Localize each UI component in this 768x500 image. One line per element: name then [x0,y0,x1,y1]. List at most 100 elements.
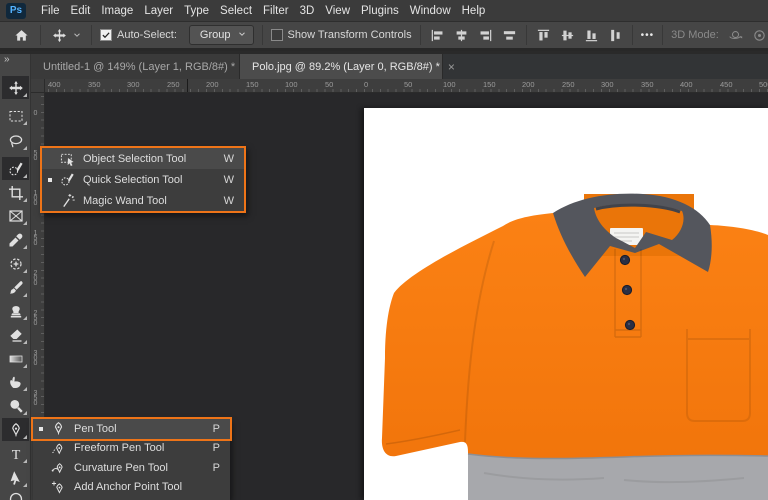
collapse-panel-button[interactable]: » [4,54,10,65]
tab-untitled-1[interactable]: Untitled-1 @ 149% (Layer 1, RGB/8#) * × [31,54,250,79]
3d-mode-label: 3D Mode: [671,29,719,41]
menu-item-label: Curvature Pen Tool [74,461,168,474]
chevron-down-icon[interactable] [71,30,83,40]
align-bottom-edges-button[interactable] [583,27,600,44]
objselect-icon [58,151,76,167]
align-buttons-vertical [535,27,624,44]
horizontal-ruler[interactable]: 400 350 300 250 200 150 100 50 0 50 100 150 200 250 30… [45,79,768,93]
ruler-tick-label: 200 [206,80,219,89]
ruler-tick-label: 0 [364,80,369,89]
rectangular-marquee-tool[interactable] [2,104,29,127]
menu-item-label: Quick Selection Tool [83,173,183,186]
selection-tools-flyout: Object Selection Tool W Quick Selection To… [40,146,246,213]
ruler-tick-label: 150 [32,230,39,245]
divider [662,25,664,45]
menu-item-label: Pen Tool [74,422,117,435]
more-options-button[interactable]: ••• [641,30,655,41]
lasso-tool[interactable] [2,129,29,152]
eyedropper-tool[interactable] [2,228,29,251]
menu-item-freeform-pen-tool[interactable]: Freeform Pen Tool P [33,439,230,459]
menu-item-label: Freeform Pen Tool [74,442,165,455]
divider [40,25,41,45]
eraser-tool[interactable] [2,323,29,346]
clone-stamp-tool[interactable] [2,299,29,322]
menu-help[interactable]: Help [462,5,486,17]
svg-text:T: T [11,448,20,462]
auto-select-checkbox[interactable] [100,29,112,41]
auto-select-target-dropdown[interactable]: Group [188,25,254,45]
menu-3d[interactable]: 3D [300,5,315,17]
dodge-tool[interactable] [2,394,29,417]
chevron-down-icon [237,29,247,42]
ruler-tick-label: 400 [48,80,61,89]
ruler-tick-label: 200 [522,80,535,89]
distribute-horizontal-centers-button[interactable] [501,27,518,44]
spot-healing-brush-tool[interactable] [2,252,29,275]
current-tool-marker [39,426,43,431]
tab-polo-jpg[interactable]: Polo.jpg @ 89.2% (Layer 0, RGB/8#) * × [240,54,455,79]
show-transform-label: Show Transform Controls [287,29,412,41]
ruler-tick-label: 300 [127,80,140,89]
ruler-tick-label: 0 [32,110,39,115]
menu-image[interactable]: Image [101,5,133,17]
shape-tool[interactable] [2,487,29,500]
ruler-origin-corner[interactable] [31,79,45,93]
menu-item-object-selection-tool[interactable]: Object Selection Tool W [42,148,244,169]
ruler-cursor-marker [187,79,188,92]
align-top-edges-button[interactable] [535,27,552,44]
menu-filter[interactable]: Filter [263,5,289,17]
ruler-tick-label: 400 [680,80,693,89]
menu-type[interactable]: Type [184,5,209,17]
menu-item-curvature-pen-tool[interactable]: Curvature Pen Tool P [33,458,230,478]
menu-edit[interactable]: Edit [71,5,91,17]
divider [631,25,633,45]
roll-3d-camera-button[interactable] [751,27,768,44]
ruler-tick-label: 350 [88,80,101,89]
align-left-edges-button[interactable] [429,27,446,44]
align-horizontal-centers-button[interactable] [453,27,470,44]
gradient-tool[interactable] [2,347,29,370]
dropdown-value: Group [199,29,231,41]
menu-view[interactable]: View [325,5,350,17]
quick-selection-tool[interactable] [2,157,29,180]
pen-tool[interactable] [2,418,29,441]
ruler-tick-label: 300 [32,350,39,365]
menu-layer[interactable]: Layer [144,5,173,17]
menu-select[interactable]: Select [220,5,252,17]
ruler-tick-label: 50 [32,150,39,160]
menu-item-label: Add Anchor Point Tool [74,481,183,494]
path-selection-tool[interactable] [2,466,29,489]
close-icon[interactable]: × [448,60,455,74]
smudge-tool[interactable] [2,370,29,393]
divider [261,25,263,45]
menu-plugins[interactable]: Plugins [361,5,399,17]
photoshop-logo-icon[interactable]: Ps [6,2,26,19]
move-tool[interactable] [2,76,29,99]
frame-tool[interactable] [2,204,29,227]
menu-item-magic-wand-tool[interactable]: Magic Wand Tool W [42,190,244,211]
align-vertical-centers-button[interactable] [559,27,576,44]
orbit-3d-camera-button[interactable] [727,27,744,44]
show-transform-checkbox[interactable] [270,29,283,41]
distribute-vertical-centers-button[interactable] [607,27,624,44]
brush-tool[interactable] [2,276,29,299]
current-tool-marker [48,177,52,182]
menu-item-quick-selection-tool[interactable]: Quick Selection Tool W [42,169,244,190]
menu-items: File Edit Image Layer Type Select Filter 3D View… [41,5,485,17]
move-tool-icon[interactable] [49,28,69,43]
menu-item-add-anchor-point-tool[interactable]: Add Anchor Point Tool [33,478,230,498]
home-icon[interactable] [10,28,32,43]
tools-panel: » T [0,54,31,500]
ruler-tick-label: 100 [32,190,39,205]
tab-label: Polo.jpg @ 89.2% (Layer 0, RGB/8#) * [252,60,440,73]
ruler-tick-label: 350 [641,80,654,89]
canvas[interactable] [364,108,768,500]
quickselect-icon [58,172,76,188]
ruler-tick-label: 200 [32,270,39,285]
align-right-edges-button[interactable] [477,27,494,44]
menu-item-pen-tool[interactable]: Pen Tool P [31,417,232,441]
menu-window[interactable]: Window [410,5,451,17]
crop-tool[interactable] [2,181,29,204]
menu-file[interactable]: File [41,5,60,17]
type-tool[interactable]: T [2,442,29,465]
